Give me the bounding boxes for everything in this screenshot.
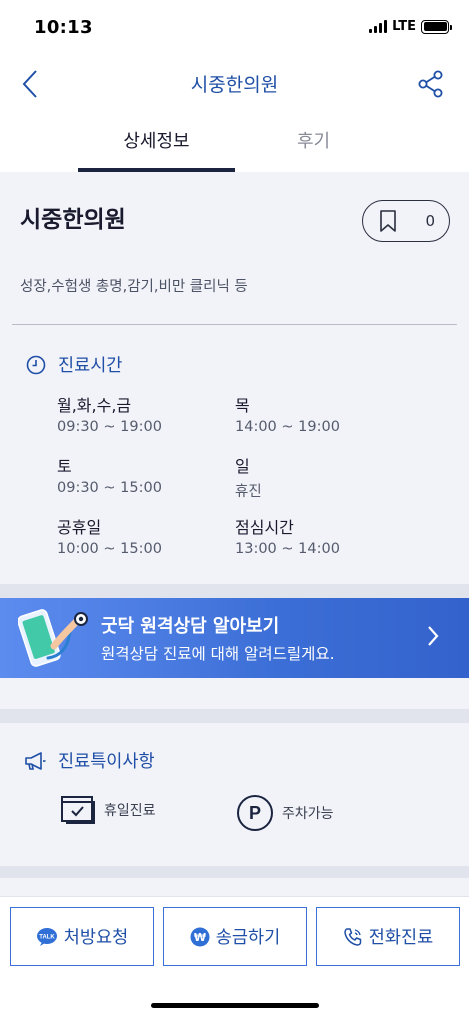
section-separator <box>0 709 469 723</box>
hours-day: 월,화,수,금 <box>57 396 132 415</box>
megaphone-icon <box>25 751 46 770</box>
tab-bar: 상세정보 후기 <box>0 112 469 172</box>
tab-detail[interactable]: 상세정보 <box>78 127 235 153</box>
section-separator <box>0 584 469 598</box>
hours-item: 월,화,수,금 09:30 ~ 19:00 <box>57 392 162 435</box>
battery-icon <box>421 19 452 34</box>
bookmark-icon <box>379 210 397 232</box>
home-indicator[interactable] <box>151 1003 319 1008</box>
bookmark-button[interactable]: 0 <box>362 200 450 242</box>
hours-time: 14:00 ~ 19:00 <box>235 419 340 435</box>
tab-review[interactable]: 후기 <box>235 127 392 153</box>
hours-day: 토 <box>57 457 72 476</box>
share-button[interactable] <box>415 66 447 102</box>
hours-time: 09:30 ~ 19:00 <box>57 419 162 435</box>
calendar-check-icon <box>61 796 95 824</box>
hours-day: 목 <box>235 396 250 415</box>
feature-label: 휴일진료 <box>104 803 156 819</box>
hours-time: 10:00 ~ 15:00 <box>57 541 162 557</box>
remote-consult-banner[interactable]: 굿닥 원격상담 알아보기 원격상담 진료에 대해 알려드릴게요. <box>0 598 469 678</box>
hours-day: 일 <box>235 457 250 476</box>
status-time: 10:13 <box>34 17 93 38</box>
banner-title: 굿닥 원격상담 알아보기 <box>101 616 280 637</box>
bottom-action-bar: TALK 처방요청 ₩ 송금하기 전화진료 <box>0 896 469 1018</box>
prescription-request-button[interactable]: TALK 처방요청 <box>10 907 154 966</box>
svg-text:₩: ₩ <box>194 931 206 944</box>
status-indicators: LTE <box>369 19 452 34</box>
share-icon <box>418 70 443 98</box>
network-label: LTE <box>392 19 416 34</box>
hours-item: 목 14:00 ~ 19:00 <box>235 392 340 435</box>
feature-label: 주차가능 <box>282 806 334 822</box>
status-bar: 10:13 LTE <box>0 0 469 56</box>
hours-item: 점심시간 13:00 ~ 14:00 <box>235 514 340 557</box>
action-label: 전화진료 <box>368 928 434 948</box>
talk-icon: TALK <box>36 927 57 946</box>
section-separator <box>0 866 469 878</box>
hours-item: 일 휴진 <box>235 453 262 501</box>
hours-title: 진료시간 <box>58 356 123 376</box>
app-header: 시중한의원 <box>0 56 469 112</box>
action-label: 처방요청 <box>63 928 129 948</box>
hours-item: 토 09:30 ~ 15:00 <box>57 453 162 496</box>
signal-icon <box>369 20 388 33</box>
clinic-tags: 성장,수험생 총명,감기,비만 클리닉 등 <box>20 279 248 295</box>
special-notes-header: 진료특이사항 <box>24 748 155 773</box>
phone-consult-button[interactable]: 전화진료 <box>316 907 460 966</box>
phone-icon <box>344 927 362 946</box>
bookmark-count: 0 <box>425 212 435 230</box>
hours-day: 공휴일 <box>57 518 102 537</box>
svg-text:P: P <box>249 803 261 823</box>
hours-item: 공휴일 10:00 ~ 15:00 <box>57 514 162 557</box>
hours-time: 09:30 ~ 15:00 <box>57 480 162 496</box>
detail-content[interactable]: 시중한의원 0 성장,수험생 총명,감기,비만 클리닉 등 진료시간 월,화,수… <box>0 172 469 896</box>
send-money-button[interactable]: ₩ 송금하기 <box>163 907 307 966</box>
svg-text:TALK: TALK <box>39 934 55 940</box>
banner-subtitle: 원격상담 진료에 대해 알려드릴게요. <box>101 645 335 663</box>
feature-parking: P 주차가능 <box>236 794 334 832</box>
phone-doctor-illustration <box>18 609 88 667</box>
hours-header: 진료시간 <box>26 352 122 377</box>
clock-icon <box>26 355 46 374</box>
parking-icon: P <box>237 795 273 831</box>
action-label: 송금하기 <box>215 928 281 948</box>
won-icon: ₩ <box>190 927 210 946</box>
hours-day: 점심시간 <box>235 518 294 537</box>
hours-time: 13:00 ~ 14:00 <box>235 541 340 557</box>
divider <box>12 324 457 325</box>
feature-holiday: 휴일진료 <box>60 794 156 826</box>
chevron-right-icon <box>428 626 439 646</box>
hours-time: 휴진 <box>235 484 262 500</box>
page-title: 시중한의원 <box>190 74 279 96</box>
special-notes-title: 진료특이사항 <box>58 752 155 772</box>
clinic-name: 시중한의원 <box>20 207 126 233</box>
